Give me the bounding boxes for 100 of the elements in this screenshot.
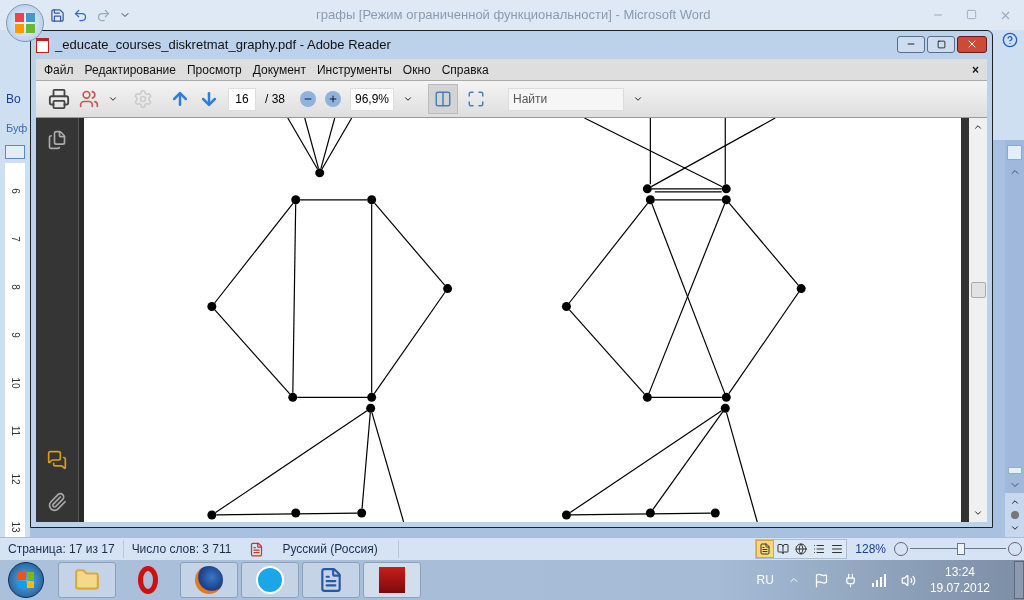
ruler-number: 6 <box>9 188 22 194</box>
graph-node <box>720 403 730 413</box>
redo-icon[interactable] <box>96 7 111 23</box>
search-caret-icon[interactable] <box>633 94 643 104</box>
taskbar-button[interactable] <box>302 562 360 598</box>
view-icon <box>813 543 826 555</box>
graph-node <box>443 284 453 294</box>
menu-item[interactable]: Инструменты <box>317 60 392 79</box>
zoom-level[interactable]: 128% <box>855 540 886 558</box>
save-icon[interactable] <box>50 7 65 23</box>
comments-icon[interactable] <box>47 450 67 470</box>
start-button[interactable] <box>8 562 44 598</box>
graph-node <box>645 195 655 205</box>
page-status[interactable]: Страница: 17 из 17 <box>0 540 123 558</box>
graph-node <box>642 184 652 194</box>
windows-logo-icon <box>18 572 34 588</box>
language-status[interactable]: Русский (Россия) <box>282 540 399 558</box>
next-page-icon[interactable] <box>1009 523 1020 533</box>
menu-item[interactable]: Редактирование <box>84 60 176 79</box>
office-button[interactable] <box>6 4 44 42</box>
taskbar-button[interactable] <box>180 562 238 598</box>
spelling-icon[interactable] <box>249 541 265 557</box>
page-field[interactable]: 16 <box>228 87 256 111</box>
menu-item[interactable]: Справка <box>441 60 489 79</box>
print-icon[interactable] <box>48 88 70 110</box>
graph-node <box>642 392 652 402</box>
show-desktop-button[interactable] <box>1014 561 1024 599</box>
menu-item[interactable]: Документ <box>252 60 306 79</box>
graph-node <box>207 510 217 520</box>
ruler-number: 12 <box>9 473 22 485</box>
graph-node <box>721 184 731 194</box>
fit-width-button[interactable] <box>428 84 458 114</box>
graph-node <box>721 392 731 402</box>
attachments-icon[interactable] <box>47 492 67 512</box>
zoom-field[interactable]: 96,9% <box>350 87 394 111</box>
scroll-up-icon[interactable] <box>973 122 983 132</box>
help-icon[interactable] <box>1002 32 1018 48</box>
graph-node <box>366 403 376 413</box>
graph-node <box>207 302 217 311</box>
close-button[interactable] <box>957 35 987 53</box>
graph-node <box>561 302 571 311</box>
zoom-in-button[interactable] <box>325 91 341 107</box>
ribbon-label: Во <box>6 91 21 108</box>
undo-icon[interactable] <box>73 7 88 23</box>
view-icon <box>831 543 844 555</box>
menu-item[interactable]: Файл <box>44 60 74 79</box>
scroll-down-icon[interactable] <box>973 508 983 518</box>
signal-icon[interactable] <box>871 573 887 587</box>
globe-icon <box>195 566 223 594</box>
graph-node <box>796 284 806 294</box>
graph-edge <box>299 199 368 201</box>
menu-item[interactable]: Окно <box>402 60 431 79</box>
scroll-thumb[interactable] <box>1007 467 1022 474</box>
ruler-number: 8 <box>9 284 22 290</box>
next-page-icon[interactable] <box>199 89 219 109</box>
caret-icon[interactable] <box>108 94 118 104</box>
pages-icon[interactable] <box>47 130 67 150</box>
bubble-icon <box>256 566 284 594</box>
zoom-caret-icon[interactable] <box>403 94 413 104</box>
view-icon <box>777 543 790 555</box>
graph-node <box>710 508 720 518</box>
zoom-slider-thumb[interactable] <box>956 543 965 555</box>
scroll-thumb[interactable] <box>970 282 986 298</box>
plus-icon <box>328 94 338 104</box>
ruler-toggle[interactable] <box>1007 145 1022 160</box>
share-icon[interactable] <box>79 89 99 109</box>
previous-page-icon[interactable] <box>1009 497 1020 507</box>
ring-icon <box>138 566 158 594</box>
zoom-out-button[interactable] <box>300 91 316 107</box>
group-label: Буф <box>6 121 28 136</box>
flag-icon[interactable] <box>813 572 829 588</box>
close-document[interactable]: × <box>972 60 979 79</box>
graph-node <box>367 195 377 205</box>
maximize-icon <box>936 39 946 49</box>
graph-node <box>315 168 325 178</box>
maximize-button[interactable] <box>927 35 955 53</box>
ruler-number: 10 <box>9 377 22 389</box>
page-total: / 38 <box>265 91 285 108</box>
previous-page-icon[interactable] <box>170 89 190 109</box>
view-icon <box>795 543 808 555</box>
menu-item[interactable]: Просмотр <box>186 60 242 79</box>
window-title: _educate_courses_diskretmat_graphy.pdf - Adobe Reader <box>55 36 391 55</box>
browse-object-icon[interactable] <box>1010 511 1019 519</box>
pdf-app-icon <box>379 567 405 593</box>
ruler-number: 13 <box>9 521 22 533</box>
minimize-button[interactable] <box>897 35 925 53</box>
word-count[interactable]: Число слов: 3 711 <box>122 540 240 558</box>
graph-edge <box>651 396 723 398</box>
search-field[interactable]: Найти <box>508 87 624 111</box>
graph-node <box>645 508 655 518</box>
volume-icon[interactable] <box>900 572 916 588</box>
graph-node <box>721 195 731 205</box>
graph-node <box>357 508 367 518</box>
taskbar-button[interactable] <box>363 562 421 598</box>
close-icon <box>966 38 978 50</box>
fit-page-icon[interactable] <box>467 90 485 108</box>
tab-selector[interactable] <box>5 145 25 159</box>
graph-node <box>291 508 301 518</box>
view-button[interactable] <box>756 540 775 558</box>
logo-icon <box>15 13 35 33</box>
